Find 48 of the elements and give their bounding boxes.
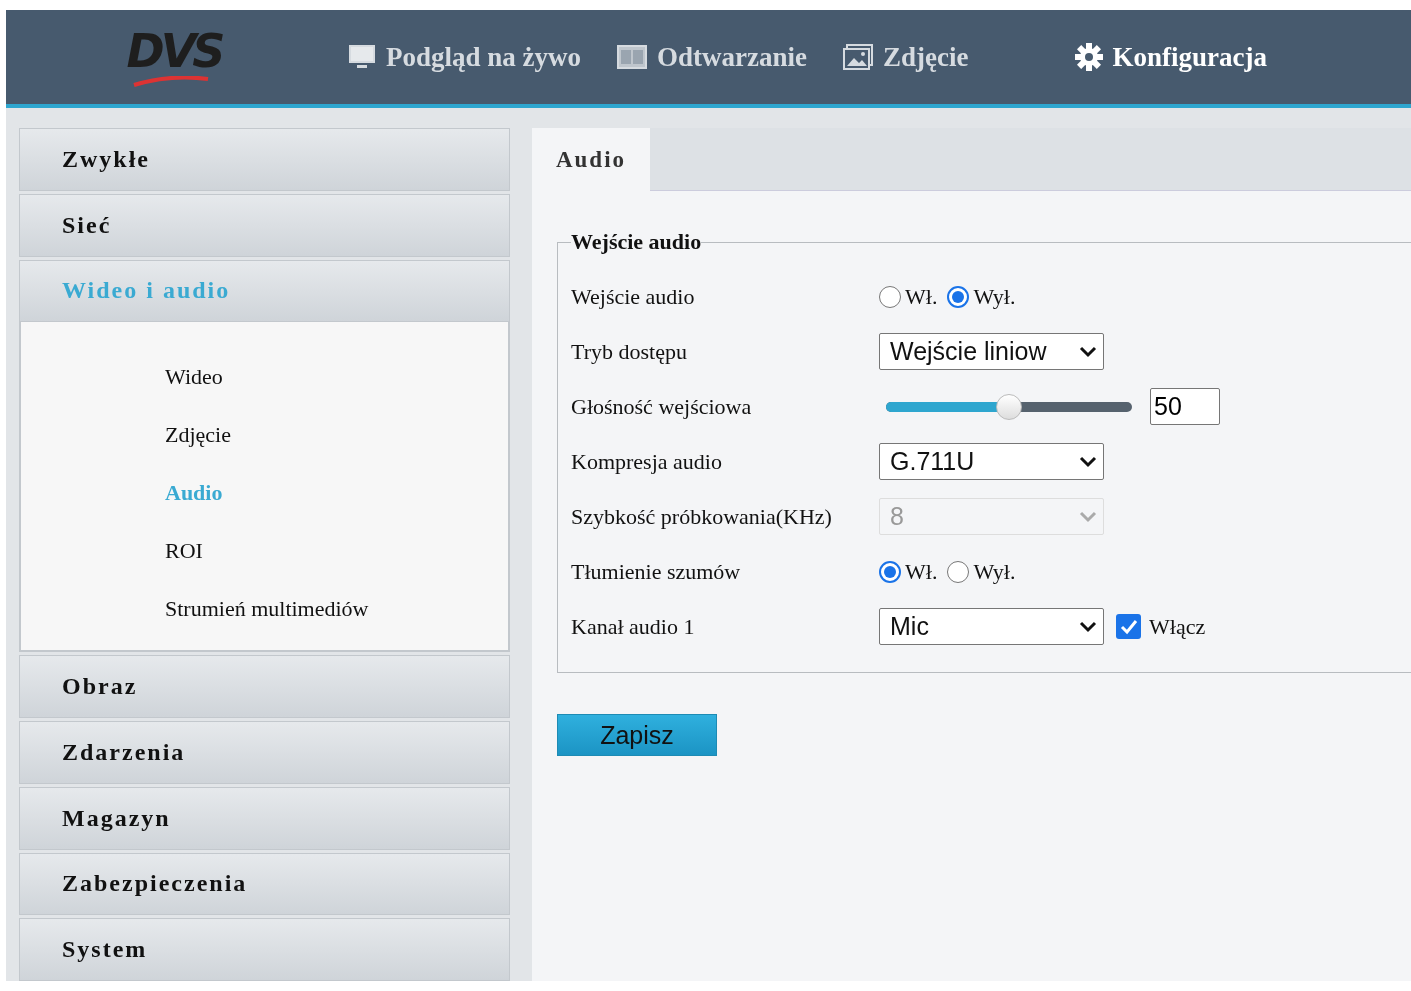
volume-input[interactable]: 50 <box>1150 388 1220 425</box>
sidebar-group-header[interactable]: System <box>19 918 510 981</box>
save-button[interactable]: Zapisz <box>557 714 717 756</box>
radio-label: Wł. <box>905 283 938 310</box>
group-title: Wejście audio <box>571 229 702 255</box>
film-icon <box>617 45 648 69</box>
checkbox[interactable] <box>1116 614 1141 639</box>
sidebar-group-header[interactable]: Obraz <box>19 655 510 718</box>
nav-tab[interactable]: Podgląd na żywo <box>346 10 582 108</box>
sidebar-item[interactable]: Wideo <box>21 348 508 407</box>
sidebar-item[interactable]: ROI <box>21 522 508 581</box>
sidebar-group-header[interactable]: Zdarzenia <box>19 721 510 784</box>
sidebar-group-header[interactable]: Zwykłe <box>19 128 510 191</box>
field-label: Kompresja audio <box>571 448 723 475</box>
checkbox-label: Włącz <box>1149 613 1206 640</box>
chevron-down-icon <box>1079 345 1097 358</box>
sidebar-group-header[interactable]: Magazyn <box>19 786 510 850</box>
monitor-icon <box>348 43 376 71</box>
swoosh-icon <box>131 76 211 89</box>
dropdown[interactable]: Wejście liniow <box>879 333 1104 370</box>
radio-label: Wył. <box>973 558 1016 585</box>
tab[interactable]: Audio <box>532 128 650 191</box>
sidebar-group-header[interactable]: Zabezpieczenia <box>19 852 510 916</box>
settings-icon <box>1074 43 1103 71</box>
dropdown[interactable]: Mic <box>879 608 1104 645</box>
logo: DVS <box>125 25 223 77</box>
field-label: Wejście audio <box>571 283 696 310</box>
sidebar-group-header[interactable]: Sieć <box>19 193 510 257</box>
radio-button[interactable] <box>879 285 901 308</box>
chevron-down-icon <box>1079 510 1097 523</box>
field-label: Szybkość próbkowania(KHz) <box>571 503 833 530</box>
radio-button[interactable] <box>947 560 970 583</box>
dropdown[interactable]: G.711U <box>879 443 1104 480</box>
chevron-down-icon <box>1079 620 1097 633</box>
field-label: Kanał audio 1 <box>571 613 696 640</box>
radio-label: Wył. <box>973 283 1016 310</box>
chevron-down-icon <box>1079 455 1097 468</box>
sidebar-item[interactable]: Strumień multimediów <box>21 580 508 639</box>
radio-button[interactable] <box>947 285 970 308</box>
field-label: Głośność wejściowa <box>571 393 753 420</box>
image-icon <box>843 44 873 70</box>
radio-label: Wł. <box>905 558 938 585</box>
field-label: Tłumienie szumów <box>571 558 742 585</box>
nav-tab[interactable]: Zdjęcie <box>841 10 969 108</box>
sidebar-item[interactable]: Zdjęcie <box>21 406 508 465</box>
field-label: Tryb dostępu <box>571 338 688 365</box>
nav-tab[interactable]: Odtwarzanie <box>615 10 807 108</box>
radio-button[interactable] <box>879 560 901 583</box>
